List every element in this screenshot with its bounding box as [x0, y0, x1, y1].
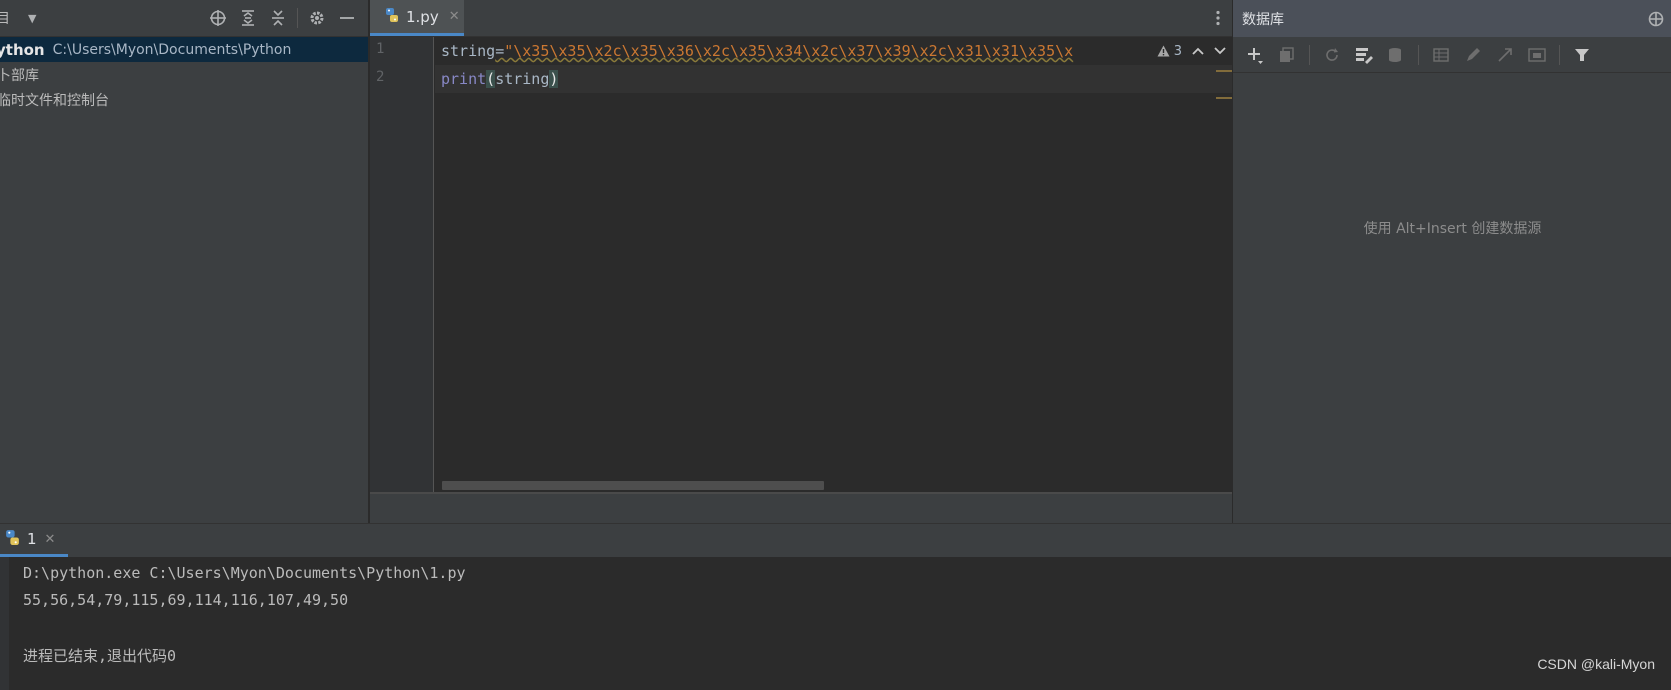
copy-icon[interactable] — [1273, 41, 1301, 69]
console-gutter — [0, 557, 9, 690]
code-identifier: string — [495, 70, 550, 88]
warning-counter[interactable]: 3 — [1157, 44, 1182, 59]
python-file-icon — [384, 7, 400, 27]
close-icon[interactable]: ✕ — [449, 9, 460, 24]
code-operator: = — [495, 42, 505, 60]
refresh-icon[interactable] — [1318, 41, 1346, 69]
inspection-widget[interactable]: 3 — [1132, 37, 1232, 65]
code-paren-open: ( — [486, 70, 496, 88]
code-line-current[interactable]: print(string) — [435, 65, 1232, 93]
line-number: 1 — [376, 41, 385, 57]
jump-icon[interactable] — [1491, 41, 1519, 69]
code-string-literal: "\x35\x35\x2c\x35\x36\x2c\x35\x34\x2c\x3… — [504, 42, 1074, 60]
sql-console-icon[interactable] — [1523, 41, 1551, 69]
locate-file-icon[interactable] — [203, 3, 233, 33]
horizontal-scrollbar[interactable] — [442, 481, 824, 490]
filter-icon[interactable] — [1568, 41, 1596, 69]
project-view-title[interactable]: 目 — [0, 8, 10, 28]
project-header: 目 ▼ — [0, 0, 368, 37]
line-number: 2 — [376, 69, 385, 85]
editor-tab-bar: 1.py ✕ — [370, 0, 1232, 37]
more-vertical-icon[interactable] — [1208, 8, 1228, 28]
data-source-icon[interactable] — [1382, 41, 1410, 69]
warning-icon — [1157, 45, 1170, 57]
close-icon[interactable]: ✕ — [45, 532, 56, 547]
chevron-down-icon[interactable] — [1214, 44, 1226, 59]
console-line: 55,56,54,79,115,69,114,116,107,49,50 — [23, 591, 349, 609]
code-line[interactable]: string="\x35\x35\x2c\x35\x36\x2c\x35\x34… — [435, 37, 1232, 65]
minimize-icon[interactable] — [332, 3, 362, 33]
database-toolbar — [1233, 37, 1671, 73]
line-number-gutter[interactable]: 1 2 — [370, 37, 434, 492]
table-icon[interactable] — [1427, 41, 1455, 69]
run-tab-label: 1 — [27, 530, 37, 548]
editor-area: 1.py ✕ 1 2 string="\x35\x35\x2c\x35\x36\… — [370, 0, 1232, 523]
locate-icon[interactable] — [1641, 4, 1671, 34]
tab-label: 1.py — [406, 7, 439, 26]
warning-stripe-marker[interactable] — [1216, 70, 1232, 72]
run-tab-bar: 1 ✕ — [0, 523, 1671, 557]
database-properties-icon[interactable] — [1350, 41, 1378, 69]
python-icon — [4, 529, 21, 550]
code-editor[interactable]: string="\x35\x35\x2c\x35\x36\x2c\x35\x34… — [435, 37, 1232, 492]
database-title: 数据库 — [1242, 11, 1284, 28]
run-tab-1[interactable]: 1 ✕ — [0, 524, 68, 557]
chevron-up-icon[interactable] — [1192, 44, 1204, 59]
console-line: D:\python.exe C:\Users\Myon\Documents\Py… — [23, 564, 466, 582]
warning-count: 3 — [1173, 43, 1182, 59]
tree-item-label: 临时文件和控制台 — [0, 92, 109, 109]
tree-item-project-root[interactable]: ython C:\Users\Myon\Documents\Python — [0, 37, 368, 62]
database-header: 数据库 — [1233, 0, 1671, 37]
run-console-output[interactable]: D:\python.exe C:\Users\Myon\Documents\Py… — [0, 557, 1671, 690]
tree-item-label: 卜部库 — [0, 67, 39, 84]
tab-1-py[interactable]: 1.py ✕ — [370, 0, 464, 36]
add-icon[interactable] — [1241, 41, 1269, 69]
database-empty-hint: 使用 Alt+Insert 创建数据源 — [1363, 221, 1542, 237]
project-root-path: C:\Users\Myon\Documents\Python — [52, 41, 292, 58]
tree-item-scratches[interactable]: 临时文件和控制台 — [0, 87, 368, 112]
project-panel: 目 ▼ ython C:\Users\Myon\Documents\Python… — [0, 0, 369, 523]
console-line: 进程已结束,退出代码0 — [23, 647, 177, 665]
editor-footer — [370, 494, 1232, 523]
watermark: CSDN @kali-Myon — [1537, 656, 1655, 672]
warning-stripe-marker[interactable] — [1216, 97, 1232, 99]
database-panel: 数据库 使用 Alt+Insert 创建数据源 — [1232, 0, 1671, 523]
chevron-down-icon[interactable]: ▼ — [28, 12, 36, 25]
project-root-name: ython — [0, 40, 45, 59]
tree-item-external-libraries[interactable]: 卜部库 — [0, 62, 368, 87]
edit-icon[interactable] — [1459, 41, 1487, 69]
code-paren-close: ) — [549, 70, 559, 88]
code-identifier: string — [441, 42, 496, 60]
collapse-all-icon[interactable] — [263, 3, 293, 33]
gear-icon[interactable] — [302, 3, 332, 33]
expand-all-icon[interactable] — [233, 3, 263, 33]
code-builtin: print — [441, 70, 487, 88]
